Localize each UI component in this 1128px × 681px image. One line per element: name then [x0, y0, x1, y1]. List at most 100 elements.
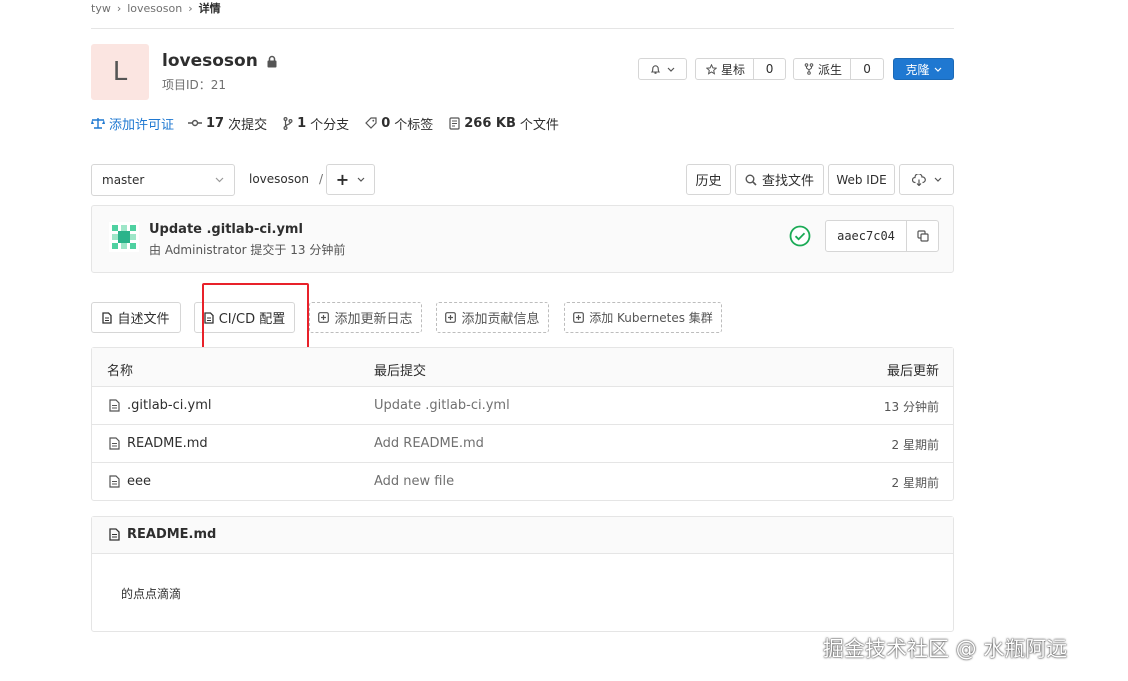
plus-square-icon [318, 312, 330, 323]
breadcrumb-project[interactable]: lovesoson [127, 2, 182, 15]
find-file-label: 查找文件 [761, 174, 814, 189]
readme-panel: README.md 的点点滴滴 [91, 516, 954, 632]
project-id-value: 21 [210, 78, 227, 92]
commit-author-avatar[interactable] [109, 222, 139, 252]
chevron-down-icon [934, 177, 942, 182]
commits-count: 17 [206, 115, 225, 131]
pipeline-status-icon[interactable] [789, 225, 811, 247]
plus-square-icon [445, 312, 457, 323]
commit-meta: 由 Administrator 提交于 13 分钟前 [149, 243, 346, 257]
file-last-update: 13 分钟前 [883, 400, 939, 414]
fork-label: 派生 [818, 62, 843, 77]
add-changelog-button[interactable]: 添加更新日志 [309, 302, 422, 333]
readme-filename[interactable]: README.md [127, 527, 216, 542]
fork-count[interactable]: 0 [851, 62, 883, 76]
fork-button[interactable]: 派生 0 [793, 58, 884, 80]
file-icon [109, 399, 120, 412]
table-row[interactable]: eee Add new file 2 星期前 [92, 463, 953, 500]
chevron-down-icon [357, 177, 365, 182]
project-avatar: L [91, 44, 149, 100]
file-name[interactable]: README.md [127, 436, 208, 451]
chevron-down-icon [215, 177, 224, 183]
chevron-down-icon [667, 67, 675, 72]
branch-select[interactable]: master [91, 164, 235, 196]
find-file-button[interactable]: 查找文件 [735, 164, 824, 195]
file-name[interactable]: .gitlab-ci.yml [127, 398, 211, 413]
commits-link[interactable]: 17 次提交 [188, 114, 267, 133]
web-ide-button[interactable]: Web IDE [828, 164, 895, 195]
file-icon [109, 528, 120, 541]
add-license-link[interactable]: 添加许可证 [91, 114, 174, 133]
breadcrumb-sep-icon: › [188, 1, 193, 15]
search-icon [745, 174, 757, 186]
file-icon [102, 311, 113, 324]
column-header-name: 名称 [107, 364, 134, 379]
table-row[interactable]: README.md Add README.md 2 星期前 [92, 425, 953, 463]
repo-path-root[interactable]: lovesoson [249, 172, 309, 186]
branch-select-value: master [102, 173, 145, 187]
repo-path: lovesoson / [249, 172, 323, 186]
add-contributing-label: 添加贡献信息 [461, 312, 540, 327]
download-dropdown[interactable] [899, 164, 954, 195]
add-file-dropdown[interactable]: + [326, 164, 375, 195]
web-ide-label: Web IDE [836, 172, 887, 187]
project-stats: 添加许可证 17 次提交 1 个分支 0 个标签 266 KB 个文件 [91, 114, 559, 133]
copy-icon[interactable] [907, 221, 938, 251]
fork-icon [804, 63, 814, 75]
commits-label: 次提交 [228, 117, 268, 133]
file-last-commit[interactable]: Update .gitlab-ci.yml [374, 398, 510, 413]
star-label: 星标 [721, 62, 746, 77]
star-count[interactable]: 0 [754, 62, 785, 76]
breadcrumb-group[interactable]: tyw [91, 2, 111, 15]
readme-header: README.md [92, 517, 953, 554]
table-row[interactable]: .gitlab-ci.yml Update .gitlab-ci.yml 13 … [92, 387, 953, 425]
clone-button[interactable]: 克隆 [893, 58, 954, 80]
column-header-last-commit: 最后提交 [374, 364, 427, 379]
commit-sha[interactable]: aaec7c04 [826, 221, 907, 251]
file-last-update: 2 星期前 [891, 438, 939, 452]
add-changelog-label: 添加更新日志 [334, 312, 413, 327]
project-id-label: 项目ID： [162, 78, 211, 92]
plus-square-icon [573, 312, 585, 323]
project-avatar-letter: L [112, 57, 128, 87]
breadcrumb: tyw › lovesoson › 详情 [91, 0, 221, 16]
tags-link[interactable]: 0 个标签 [365, 114, 433, 133]
storage-size-label: 个文件 [519, 117, 559, 133]
notification-dropdown[interactable] [638, 58, 687, 80]
scale-icon [91, 117, 105, 129]
history-button[interactable]: 历史 [686, 164, 731, 195]
readme-link-button[interactable]: 自述文件 [91, 302, 181, 333]
tags-count: 0 [381, 115, 391, 131]
readme-link-label: 自述文件 [117, 312, 170, 327]
project-id: 项目ID：21 [162, 76, 226, 93]
star-button[interactable]: 星标 0 [695, 58, 786, 80]
file-last-commit[interactable]: Add new file [374, 474, 454, 489]
file-last-commit[interactable]: Add README.md [374, 436, 484, 451]
add-kubernetes-button[interactable]: 添加 Kubernetes 集群 [564, 302, 722, 333]
database-icon [449, 116, 460, 130]
download-icon [911, 173, 926, 186]
commit-title[interactable]: Update .gitlab-ci.yml [149, 222, 303, 237]
branches-link[interactable]: 1 个分支 [283, 114, 349, 133]
branches-count: 1 [297, 115, 307, 131]
repo-path-sep: / [318, 172, 323, 186]
breadcrumb-sep-icon: › [116, 1, 122, 15]
add-contributing-button[interactable]: 添加贡献信息 [436, 302, 549, 333]
file-icon [109, 475, 120, 488]
breadcrumb-current: 详情 [198, 2, 221, 15]
star-icon [706, 63, 717, 75]
storage-size-value: 266 KB [464, 115, 516, 131]
tags-label: 个标签 [394, 117, 434, 133]
chevron-down-icon [934, 67, 942, 72]
readme-content: 的点点滴滴 [121, 587, 182, 601]
last-commit-panel: Update .gitlab-ci.yml 由 Administrator 提交… [91, 205, 954, 273]
file-icon [109, 437, 120, 450]
watermark: 掘金技术社区 @ 水瓶阿远 [823, 637, 1068, 661]
file-last-update: 2 星期前 [891, 476, 939, 490]
file-name[interactable]: eee [127, 474, 151, 489]
project-title: lovesoson [162, 51, 278, 71]
column-header-last-update: 最后更新 [886, 364, 939, 379]
tag-icon [365, 117, 377, 129]
branches-label: 个分支 [310, 117, 350, 133]
breadcrumb-divider [91, 28, 954, 29]
